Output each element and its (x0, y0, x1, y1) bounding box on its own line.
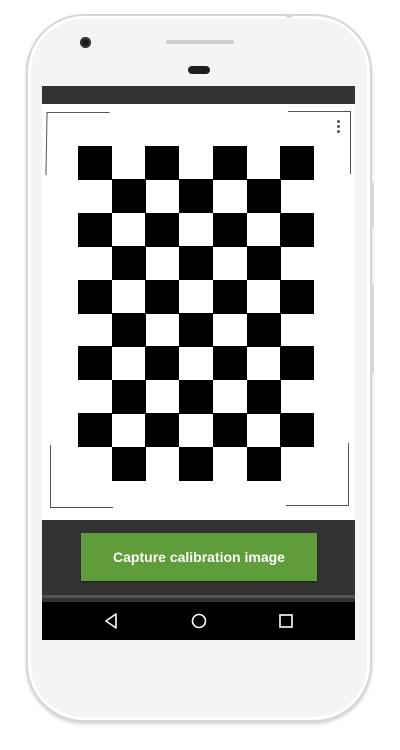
checker-square (212, 212, 247, 247)
front-camera-icon (80, 37, 91, 48)
more-vert-icon[interactable] (335, 120, 341, 136)
checker-square (212, 146, 247, 180)
checker-square (280, 346, 315, 381)
checker-square (280, 146, 315, 180)
checker-square (246, 379, 281, 414)
top-edge-mark (286, 14, 292, 18)
checker-square (179, 379, 214, 414)
checker-square (111, 379, 146, 414)
checker-square (78, 279, 112, 314)
home-circle-icon[interactable] (189, 611, 209, 631)
checker-square (246, 179, 281, 214)
checker-square (111, 446, 146, 481)
checker-square (78, 346, 112, 381)
checker-square (179, 313, 214, 347)
camera-viewfinder[interactable] (42, 104, 355, 520)
checker-square (280, 212, 315, 247)
earpiece-speaker (166, 40, 234, 44)
status-bar (42, 86, 355, 104)
checker-square (280, 279, 315, 314)
capture-calibration-image-button[interactable]: Capture calibration image (81, 533, 317, 581)
checker-square (145, 212, 180, 247)
checker-square (179, 179, 214, 214)
checker-square (78, 146, 112, 180)
back-triangle-icon[interactable] (102, 611, 122, 631)
checker-square (78, 212, 112, 247)
checker-square (212, 346, 247, 381)
checker-square (212, 413, 247, 448)
checker-square (179, 446, 214, 481)
checker-square (179, 246, 214, 281)
checker-square (111, 179, 146, 214)
checker-square (212, 279, 247, 314)
checker-square (78, 413, 112, 448)
proximity-sensor (188, 66, 210, 74)
checker-square (246, 446, 281, 481)
recents-square-icon[interactable] (276, 611, 296, 631)
calibration-checkerboard (78, 146, 315, 481)
checker-square (111, 246, 146, 281)
power-button (370, 182, 374, 228)
checker-square (246, 313, 281, 347)
checker-square (145, 146, 180, 180)
panel-divider (42, 595, 355, 598)
checker-square (145, 279, 180, 314)
capture-panel: Capture calibration image (42, 520, 355, 604)
checker-square (145, 346, 180, 381)
checker-square (246, 246, 281, 281)
screen: Capture calibration image (42, 86, 355, 640)
checker-square (280, 413, 315, 448)
checker-square (145, 413, 180, 448)
volume-button (370, 284, 374, 374)
checker-square (111, 313, 146, 347)
navigation-bar (42, 602, 355, 640)
